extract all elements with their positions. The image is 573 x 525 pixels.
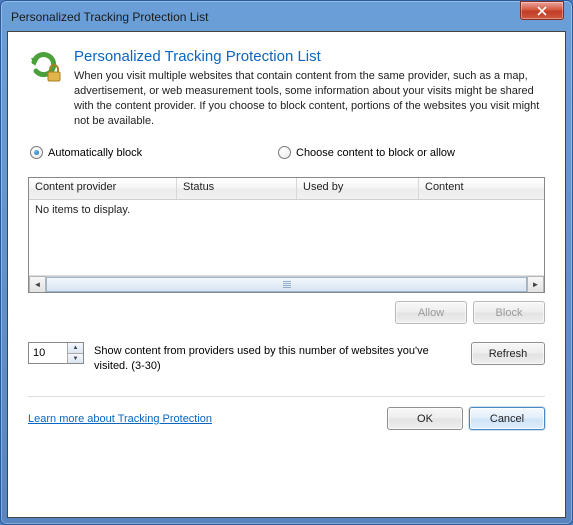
- spin-down-button[interactable]: ▼: [68, 354, 83, 364]
- table-body: No items to display.: [29, 200, 544, 275]
- shield-refresh-icon: [28, 48, 64, 84]
- spinner-buttons: ▲ ▼: [67, 343, 83, 363]
- window-title: Personalized Tracking Protection List: [11, 10, 564, 24]
- mode-radio-group: Automatically block Choose content to bl…: [28, 146, 545, 159]
- client-area: Personalized Tracking Protection List Wh…: [7, 31, 566, 518]
- allow-block-row: Allow Block: [28, 301, 545, 324]
- col-status[interactable]: Status: [177, 178, 297, 199]
- learn-more-link[interactable]: Learn more about Tracking Protection: [28, 413, 381, 425]
- threshold-spinner[interactable]: ▲ ▼: [28, 342, 84, 364]
- col-used-by[interactable]: Used by: [297, 178, 419, 199]
- dialog-window: Personalized Tracking Protection List Pe…: [0, 0, 573, 525]
- block-button[interactable]: Block: [473, 301, 545, 324]
- col-content-provider[interactable]: Content provider: [29, 178, 177, 199]
- radio-automatically-block[interactable]: Automatically block: [30, 146, 278, 159]
- radio-icon: [278, 146, 291, 159]
- refresh-button[interactable]: Refresh: [471, 342, 545, 365]
- close-icon: [537, 6, 547, 16]
- threshold-input[interactable]: [29, 343, 67, 363]
- header-section: Personalized Tracking Protection List Wh…: [28, 48, 545, 128]
- scroll-thumb[interactable]: [46, 277, 527, 292]
- divider: [28, 396, 545, 397]
- threshold-row: ▲ ▼ Show content from providers used by …: [28, 342, 545, 374]
- radio-choose-content[interactable]: Choose content to block or allow: [278, 146, 455, 159]
- radio-icon: [30, 146, 43, 159]
- spin-up-button[interactable]: ▲: [68, 343, 83, 354]
- page-heading: Personalized Tracking Protection List: [74, 48, 545, 65]
- table-header: Content provider Status Used by Content: [29, 178, 544, 200]
- horizontal-scrollbar[interactable]: ◄ ►: [29, 275, 544, 292]
- threshold-description: Show content from providers used by this…: [94, 342, 461, 374]
- col-content[interactable]: Content: [419, 178, 544, 199]
- table-empty-text: No items to display.: [35, 204, 130, 216]
- scroll-track[interactable]: [46, 276, 527, 293]
- scroll-right-button[interactable]: ►: [527, 276, 544, 293]
- page-description: When you visit multiple websites that co…: [74, 69, 545, 128]
- cancel-button[interactable]: Cancel: [469, 407, 545, 430]
- footer: Learn more about Tracking Protection OK …: [28, 407, 545, 430]
- ok-button[interactable]: OK: [387, 407, 463, 430]
- close-button[interactable]: [520, 1, 564, 20]
- header-text-block: Personalized Tracking Protection List Wh…: [74, 48, 545, 128]
- radio-label: Choose content to block or allow: [296, 147, 455, 159]
- titlebar: Personalized Tracking Protection List: [7, 7, 566, 31]
- providers-table: Content provider Status Used by Content …: [28, 177, 545, 293]
- scroll-left-button[interactable]: ◄: [29, 276, 46, 293]
- radio-label: Automatically block: [48, 147, 142, 159]
- allow-button[interactable]: Allow: [395, 301, 467, 324]
